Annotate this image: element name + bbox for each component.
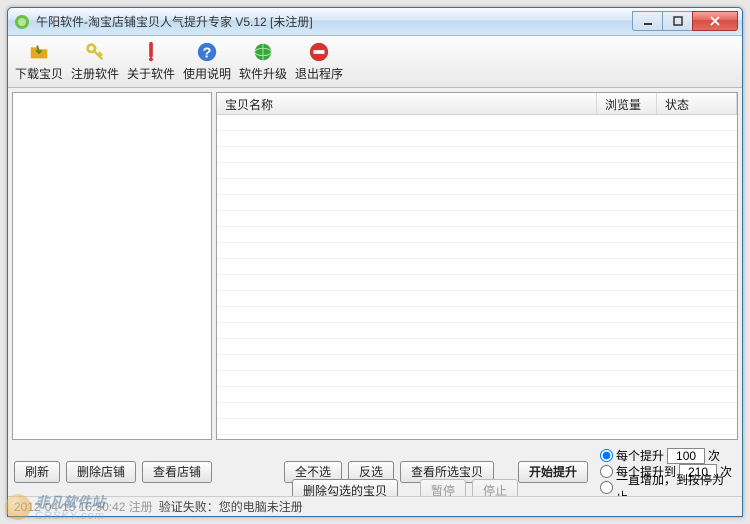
boost-count-input[interactable] (667, 448, 705, 464)
opt1-label-suf: 次 (708, 447, 720, 464)
table-row (217, 179, 737, 195)
toolbar-label: 注册软件 (71, 65, 119, 82)
list-header: 宝贝名称 浏览量 状态 (217, 93, 737, 115)
table-row (217, 371, 737, 387)
status-bar: 2012-04-15 16:30:42 注册 验证失败：您的电脑未注册 (8, 496, 742, 516)
toolbar-update[interactable]: 软件升级 (236, 38, 290, 85)
status-message: 验证失败：您的电脑未注册 (159, 498, 303, 515)
toolbar-label: 下载宝贝 (15, 65, 63, 82)
item-list-pane: 宝贝名称 浏览量 状态 (216, 92, 738, 440)
table-row (217, 163, 737, 179)
table-row (217, 387, 737, 403)
table-row (217, 195, 737, 211)
info-icon (139, 41, 163, 63)
table-row (217, 275, 737, 291)
toolbar-download[interactable]: 下载宝贝 (12, 38, 66, 85)
list-body[interactable] (217, 115, 737, 439)
maximize-button[interactable] (662, 11, 692, 31)
table-row (217, 307, 737, 323)
toolbar-about[interactable]: 关于软件 (124, 38, 178, 85)
toolbar-label: 使用说明 (183, 65, 231, 82)
toolbar-help[interactable]: ? 使用说明 (180, 38, 234, 85)
opt1-label-pre: 每个提升 (616, 447, 664, 464)
table-row (217, 403, 737, 419)
toolbar-label: 退出程序 (295, 65, 343, 82)
col-header-status[interactable]: 状态 (657, 93, 737, 114)
table-row (217, 227, 737, 243)
titlebar[interactable]: 午阳软件-淘宝店铺宝贝人气提升专家 V5.12 [未注册] (8, 8, 742, 36)
toolbar-label: 软件升级 (239, 65, 287, 82)
app-icon (14, 14, 30, 30)
table-row (217, 115, 737, 131)
col-header-views[interactable]: 浏览量 (597, 93, 657, 114)
option-each-boost[interactable]: 每个提升 次 (600, 448, 736, 463)
close-icon (709, 16, 721, 26)
shop-list-pane[interactable] (12, 92, 212, 440)
window-controls (632, 11, 738, 31)
maximize-icon (673, 16, 683, 26)
toolbar-register[interactable]: 注册软件 (68, 38, 122, 85)
toolbar-label: 关于软件 (127, 65, 175, 82)
svg-text:?: ? (203, 46, 212, 62)
table-row (217, 355, 737, 371)
table-row (217, 259, 737, 275)
table-row (217, 291, 737, 307)
content-area: 宝贝名称 浏览量 状态 (8, 88, 742, 444)
minimize-icon (643, 16, 653, 26)
help-icon: ? (195, 41, 219, 63)
folder-download-icon (27, 41, 51, 63)
status-timestamp: 2012-04-15 16:30:42 注册 (14, 498, 153, 515)
globe-update-icon (251, 41, 275, 63)
bottom-bar: 刷新 删除店铺 查看店铺 全不选 反选 查看所选宝贝 开始提升 每个提升 次 每… (8, 444, 742, 496)
col-header-name[interactable]: 宝贝名称 (217, 93, 597, 114)
table-row (217, 147, 737, 163)
key-icon (83, 41, 107, 63)
radio-each-boost[interactable] (600, 449, 613, 462)
toolbar-exit[interactable]: 退出程序 (292, 38, 346, 85)
table-row (217, 419, 737, 435)
table-row (217, 243, 737, 259)
table-row (217, 131, 737, 147)
table-row (217, 339, 737, 355)
exit-icon (307, 41, 331, 63)
close-button[interactable] (692, 11, 738, 31)
app-window: 午阳软件-淘宝店铺宝贝人气提升专家 V5.12 [未注册] 下载宝贝 注册软件 … (7, 7, 743, 517)
minimize-button[interactable] (632, 11, 662, 31)
table-row (217, 323, 737, 339)
toolbar: 下载宝贝 注册软件 关于软件 ? 使用说明 软件升级 退出程序 (8, 36, 742, 88)
table-row (217, 211, 737, 227)
window-title: 午阳软件-淘宝店铺宝贝人气提升专家 V5.12 [未注册] (36, 13, 632, 30)
radio-boost-to[interactable] (600, 465, 613, 478)
